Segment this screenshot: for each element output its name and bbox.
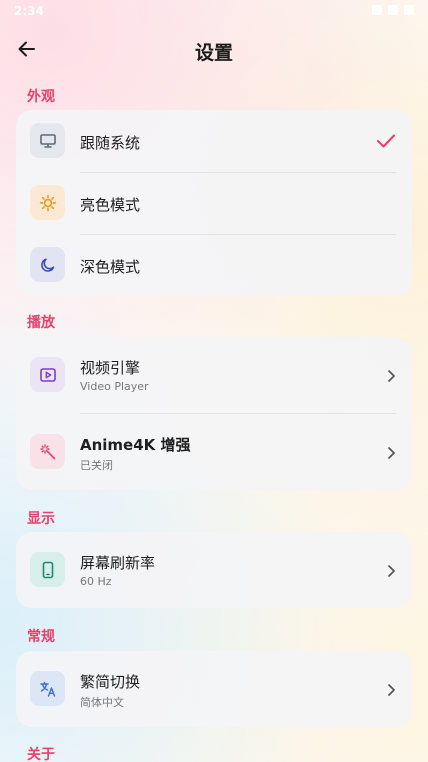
item-subtitle: Video Player [80,380,149,393]
chevron-right-icon [388,565,395,577]
status-bar: 2:34 [0,0,428,24]
play-icon [30,357,65,392]
translate-icon [30,671,65,706]
refresh-rate-item[interactable]: 屏幕刷新率 60 Hz [16,532,412,608]
chinese-conversion-item[interactable]: 繁简切换 简体中文 [16,651,412,727]
item-title: Anime4K 增强 [80,436,191,454]
chevron-right-icon [388,684,395,696]
theme-option-dark[interactable]: 深色模式 [16,234,412,296]
battery-icon [404,5,414,15]
section-label-display: 显示 [27,511,55,527]
section-label-about: 关于 [27,747,55,762]
section-label-general: 常规 [27,629,55,645]
chevron-right-icon [388,447,395,459]
playback-card: 视频引擎 Video Player Anime4K 增强 已关闭 [16,337,412,490]
theme-option-system[interactable]: 跟随系统 [16,110,412,172]
item-title: 繁简切换 [80,673,141,691]
item-subtitle: 60 Hz [80,575,112,588]
display-card: 屏幕刷新率 60 Hz [16,532,412,608]
wifi-icon [372,5,382,15]
theme-option-light[interactable]: 亮色模式 [16,172,412,234]
theme-option-label: 跟随系统 [80,134,141,152]
section-label-appearance: 外观 [27,89,55,105]
theme-option-label: 深色模式 [80,258,141,276]
chevron-right-icon [388,370,395,382]
anime4k-item[interactable]: Anime4K 增强 已关闭 [16,414,412,490]
item-subtitle: 已关闭 [80,459,113,472]
section-label-playback: 播放 [27,315,55,331]
item-title: 屏幕刷新率 [80,554,156,572]
sun-icon [30,185,65,220]
signal-icon [388,5,398,15]
monitor-icon [30,123,65,158]
general-card: 繁简切换 简体中文 [16,651,412,727]
video-engine-item[interactable]: 视频引擎 Video Player [16,337,412,413]
checkmark-icon [377,134,395,148]
item-title: 视频引擎 [80,359,141,377]
moon-icon [30,247,65,282]
theme-option-label: 亮色模式 [80,196,141,214]
app-header: 设置 [0,28,428,72]
phone-icon [30,552,65,587]
status-time: 2:34 [14,4,44,18]
item-subtitle: 简体中文 [80,696,124,709]
status-icons [372,5,414,15]
appearance-card: 跟随系统 亮色模式 深色模式 [16,110,412,296]
page-title: 设置 [194,42,233,64]
magic-wand-icon [30,434,65,469]
